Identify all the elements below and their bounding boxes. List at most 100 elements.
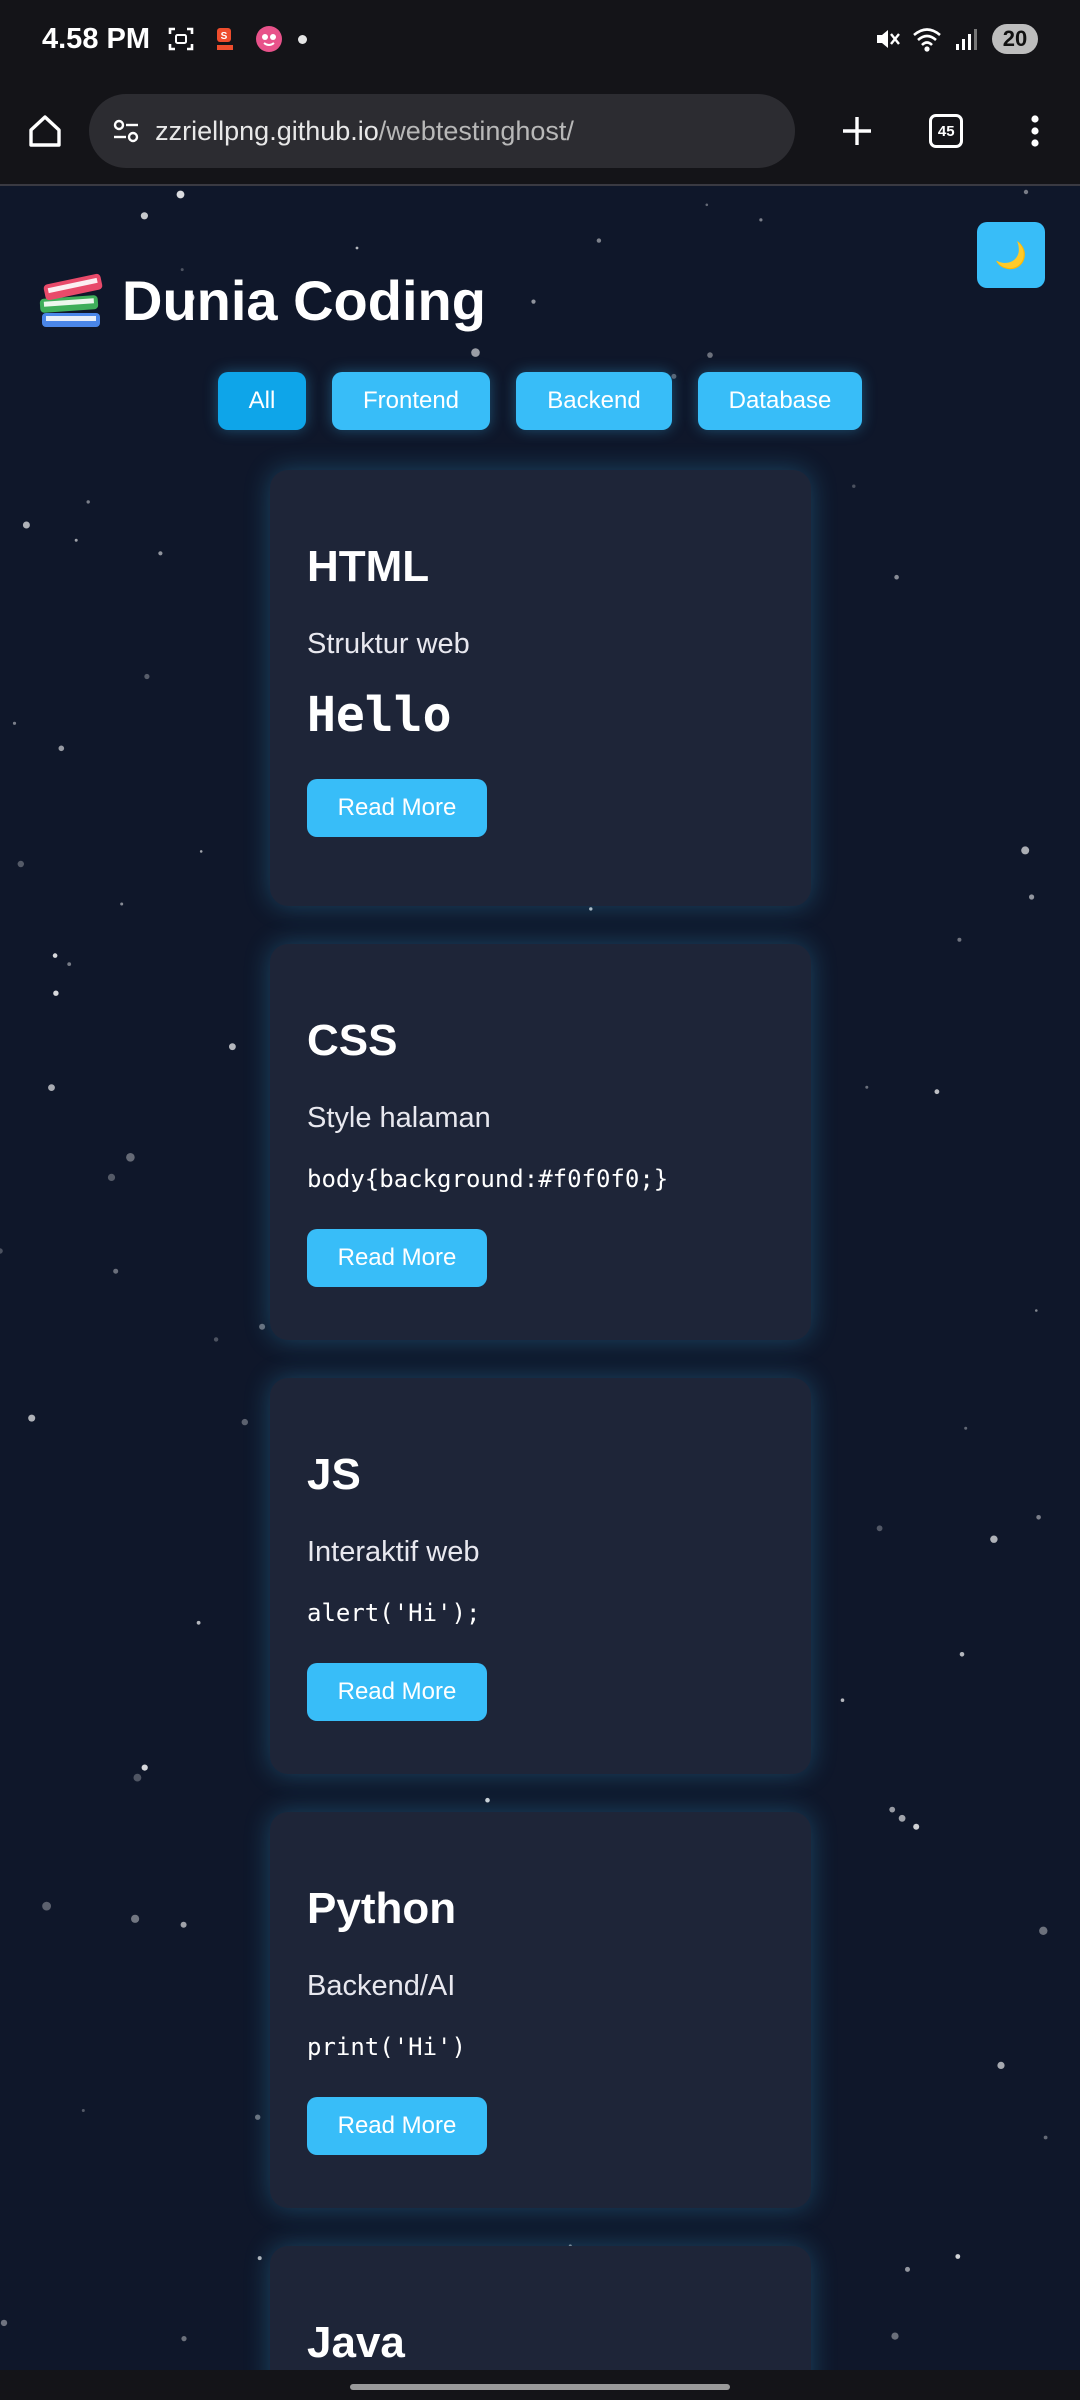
card-description: Struktur web <box>307 628 470 660</box>
star <box>17 860 24 868</box>
star <box>52 953 58 958</box>
signal-icon <box>952 24 982 54</box>
star <box>120 902 124 906</box>
star <box>67 962 72 966</box>
star <box>22 521 30 529</box>
battery-indicator: 20 <box>992 24 1038 54</box>
star <box>113 1268 119 1274</box>
status-icons-left: S <box>166 24 307 54</box>
card-title: Java <box>307 2318 405 2367</box>
theme-toggle-button[interactable]: 🌙 <box>977 222 1045 288</box>
course-card-js: JS Interaktif web alert('Hi'); Read More <box>270 1378 811 1774</box>
star <box>894 574 899 580</box>
star <box>86 500 90 504</box>
star <box>257 2256 262 2261</box>
star <box>107 1173 116 1181</box>
filter-bar: All Frontend Backend Database <box>0 372 1080 430</box>
app-icon <box>254 24 284 54</box>
star <box>81 2109 85 2112</box>
filter-database-button[interactable]: Database <box>698 372 862 430</box>
star <box>53 990 59 996</box>
star <box>255 2114 261 2120</box>
star <box>140 212 148 220</box>
star <box>1021 846 1030 855</box>
home-gesture-handle[interactable] <box>350 2384 730 2390</box>
card-description: Backend/AI <box>307 1970 456 2002</box>
books-icon <box>39 273 103 327</box>
home-icon <box>28 115 61 147</box>
star <box>852 484 856 488</box>
card-title: HTML <box>307 542 430 591</box>
plus-icon <box>843 117 872 145</box>
star <box>28 1414 36 1422</box>
site-settings-icon <box>113 119 139 143</box>
card-code-sample: body{background:#f0f0f0;} <box>307 1165 669 1193</box>
star <box>181 2336 187 2342</box>
star <box>957 937 962 942</box>
more-vert-icon <box>1031 115 1040 147</box>
star <box>58 745 65 752</box>
star <box>955 2254 961 2259</box>
course-card-python: Python Backend/AI print('Hi') Read More <box>270 1812 811 2208</box>
star <box>905 2266 910 2272</box>
star <box>241 1418 248 1426</box>
star <box>213 1337 219 1342</box>
card-title: CSS <box>307 1016 398 1065</box>
new-tab-button[interactable] <box>813 86 902 176</box>
star <box>531 299 536 304</box>
card-code-sample: print('Hi') <box>307 2033 466 2061</box>
read-more-button[interactable]: Read More <box>307 1663 487 1721</box>
site-title-text: Dunia Coding <box>122 268 486 332</box>
url-text: zzriellpng.github.io/webtestinghost/ <box>155 116 574 147</box>
star <box>158 551 163 556</box>
star <box>913 1823 920 1830</box>
address-bar[interactable]: zzriellpng.github.io/webtestinghost/ <box>89 94 795 168</box>
filter-frontend-button[interactable]: Frontend <box>332 372 490 430</box>
star <box>141 1764 148 1771</box>
tab-switcher-button[interactable]: 45 <box>902 86 991 176</box>
read-more-button[interactable]: Read More <box>307 779 487 837</box>
star <box>759 218 763 222</box>
star <box>934 1089 940 1095</box>
course-card-java: Java <box>270 2246 811 2370</box>
card-description: Interaktif web <box>307 1536 480 1568</box>
star <box>42 1901 51 1911</box>
star <box>229 1043 236 1051</box>
star <box>705 203 709 207</box>
card-title: Python <box>307 1884 457 1933</box>
star <box>865 1085 869 1089</box>
moon-icon: 🌙 <box>994 239 1028 270</box>
star <box>471 348 480 357</box>
star <box>990 1535 998 1543</box>
read-more-button[interactable]: Read More <box>307 1229 487 1287</box>
card-code-sample: Hello <box>307 687 452 743</box>
star <box>876 1525 883 1532</box>
status-icons-right: 20 <box>872 24 1038 54</box>
star <box>12 721 17 725</box>
star <box>596 238 602 243</box>
read-more-button[interactable]: Read More <box>307 2097 487 2155</box>
star <box>889 1806 896 1813</box>
card-code-sample: alert('Hi'); <box>307 1599 481 1627</box>
url-host: zzriellpng.github.io <box>155 115 379 146</box>
filter-backend-button[interactable]: Backend <box>516 372 672 430</box>
star <box>1035 1309 1038 1312</box>
status-time: 4.58 PM <box>42 22 150 55</box>
star <box>131 1914 140 1923</box>
star <box>133 1773 142 1782</box>
filter-all-button[interactable]: All <box>218 372 306 430</box>
course-card-html: HTML Struktur web Hello Read More <box>270 470 811 906</box>
tab-count: 45 <box>929 114 964 148</box>
star <box>959 1652 965 1657</box>
home-button[interactable] <box>0 86 89 176</box>
menu-button[interactable] <box>991 86 1080 176</box>
wifi-icon <box>912 24 942 54</box>
mute-icon <box>872 24 902 54</box>
card-description: Style halaman <box>307 1102 491 1134</box>
star <box>259 1323 266 1330</box>
browser-toolbar: zzriellpng.github.io/webtestinghost/ 45 <box>0 78 1080 186</box>
star <box>1036 1515 1041 1520</box>
course-card-css: CSS Style halaman body{background:#f0f0f… <box>270 944 811 1340</box>
url-path: /webtestinghost/ <box>378 115 574 146</box>
star <box>0 2319 8 2327</box>
